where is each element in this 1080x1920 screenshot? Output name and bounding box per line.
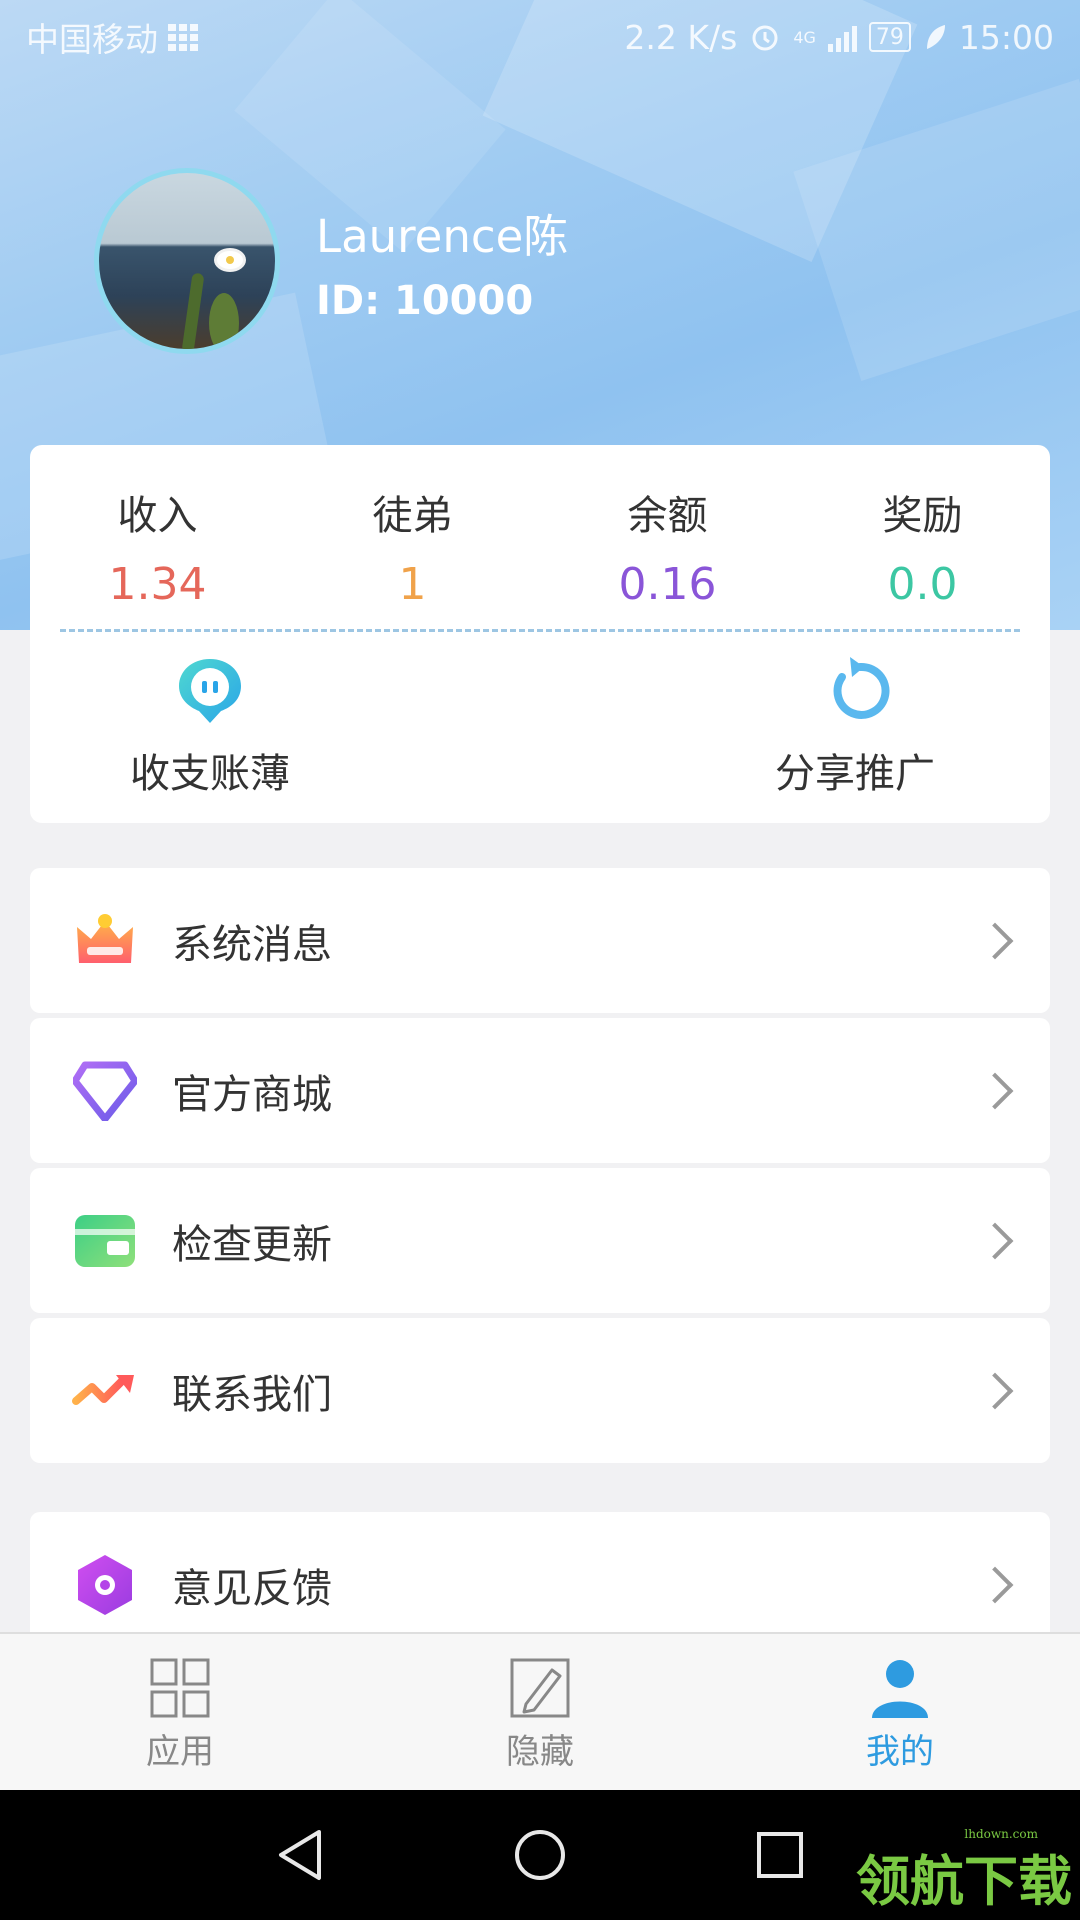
stat-label: 收入 bbox=[117, 493, 198, 539]
watermark-site: lhdown.com bbox=[964, 1827, 1038, 1841]
stat-income[interactable]: 收入 1.34 bbox=[30, 445, 285, 629]
leaf-icon bbox=[926, 25, 945, 49]
screen: 中国移动 2.2 K/s 4G 79 15:00 Laurence陈 ID: 1… bbox=[0, 0, 1080, 1920]
grid-icon bbox=[150, 1658, 210, 1718]
system-nav-bar: lhdown.com 领航下载 bbox=[0, 1790, 1080, 1920]
carrier-label: 中国移动 bbox=[26, 20, 158, 59]
home-circle-icon bbox=[515, 1830, 565, 1880]
menu-item-check-update[interactable]: 检查更新 bbox=[30, 1168, 1050, 1313]
watermark-logo: lhdown.com 领航下载 bbox=[856, 1827, 1072, 1916]
stat-value: 1.34 bbox=[108, 559, 207, 610]
divider bbox=[60, 629, 1020, 632]
menu-item-contact-us[interactable]: 联系我们 bbox=[30, 1318, 1050, 1463]
back-button[interactable] bbox=[180, 1828, 420, 1882]
watermark-text: 领航下载 bbox=[856, 1849, 1072, 1913]
menu-item-official-store[interactable]: 官方商城 bbox=[30, 1018, 1050, 1163]
stat-apprentice[interactable]: 徒弟 1 bbox=[285, 445, 540, 629]
network-type: 4G bbox=[793, 27, 816, 47]
tab-label: 应用 bbox=[146, 1732, 214, 1772]
share-button[interactable]: 分享推广 bbox=[775, 655, 935, 799]
chevron-right-icon bbox=[976, 1566, 1014, 1603]
bottom-tab-bar: 应用 隐藏 我的 bbox=[0, 1632, 1080, 1790]
status-bar: 中国移动 2.2 K/s 4G 79 15:00 bbox=[0, 0, 1080, 74]
notification-grid-icon bbox=[168, 23, 198, 51]
signal-icon bbox=[827, 22, 857, 52]
hexagon-icon bbox=[72, 1552, 138, 1618]
chat-bubble-icon bbox=[179, 659, 241, 723]
trend-arrow-icon bbox=[72, 1358, 138, 1424]
share-label: 分享推广 bbox=[775, 751, 935, 797]
stat-value: 0.16 bbox=[618, 559, 717, 610]
stat-reward[interactable]: 奖励 0.0 bbox=[795, 445, 1050, 629]
tab-label: 隐藏 bbox=[506, 1732, 574, 1772]
tab-label: 我的 bbox=[866, 1732, 934, 1772]
stat-label: 余额 bbox=[627, 493, 708, 539]
ledger-label: 收支账薄 bbox=[130, 751, 290, 797]
avatar[interactable] bbox=[94, 168, 280, 354]
stat-value: 1 bbox=[398, 559, 427, 610]
username: Laurence陈 bbox=[316, 210, 569, 263]
refresh-arrow-icon bbox=[833, 657, 890, 719]
ledger-button[interactable]: 收支账薄 bbox=[130, 655, 290, 799]
tab-mine[interactable]: 我的 bbox=[720, 1634, 1080, 1790]
back-triangle-icon bbox=[279, 1830, 321, 1880]
battery-level: 79 bbox=[875, 24, 904, 50]
home-button[interactable] bbox=[420, 1828, 660, 1882]
battery-icon: 79 bbox=[868, 22, 911, 52]
menu-item-system-messages[interactable]: 系统消息 bbox=[30, 868, 1050, 1013]
tab-hidden[interactable]: 隐藏 bbox=[360, 1634, 720, 1790]
person-icon bbox=[872, 1660, 928, 1718]
crown-icon bbox=[72, 908, 138, 974]
menu-label: 意见反馈 bbox=[172, 1565, 332, 1612]
menu-label: 系统消息 bbox=[172, 921, 332, 968]
network-speed: 2.2 K/s bbox=[624, 17, 738, 57]
chevron-right-icon bbox=[976, 1222, 1014, 1259]
user-id: ID: 10000 bbox=[316, 278, 534, 324]
chevron-right-icon bbox=[976, 922, 1014, 959]
alarm-icon bbox=[752, 25, 778, 51]
menu-label: 联系我们 bbox=[172, 1371, 332, 1418]
stat-label: 奖励 bbox=[882, 493, 963, 539]
wallet-icon bbox=[72, 1208, 138, 1274]
chevron-right-icon bbox=[976, 1072, 1014, 1109]
edit-icon bbox=[510, 1658, 570, 1718]
recents-square-icon bbox=[757, 1832, 803, 1878]
chevron-right-icon bbox=[976, 1372, 1014, 1409]
stat-value: 0.0 bbox=[887, 559, 958, 610]
diamond-icon bbox=[72, 1058, 138, 1124]
tab-apps[interactable]: 应用 bbox=[0, 1634, 360, 1790]
stats-card: 收入 1.34 徒弟 1 余额 0.16 奖励 0.0 收支账薄 分享推广 bbox=[30, 445, 1050, 823]
menu-label: 官方商城 bbox=[172, 1071, 332, 1118]
stat-label: 徒弟 bbox=[372, 493, 453, 539]
clock: 15:00 bbox=[958, 17, 1054, 57]
menu-label: 检查更新 bbox=[172, 1221, 332, 1268]
stat-balance[interactable]: 余额 0.16 bbox=[540, 445, 795, 629]
